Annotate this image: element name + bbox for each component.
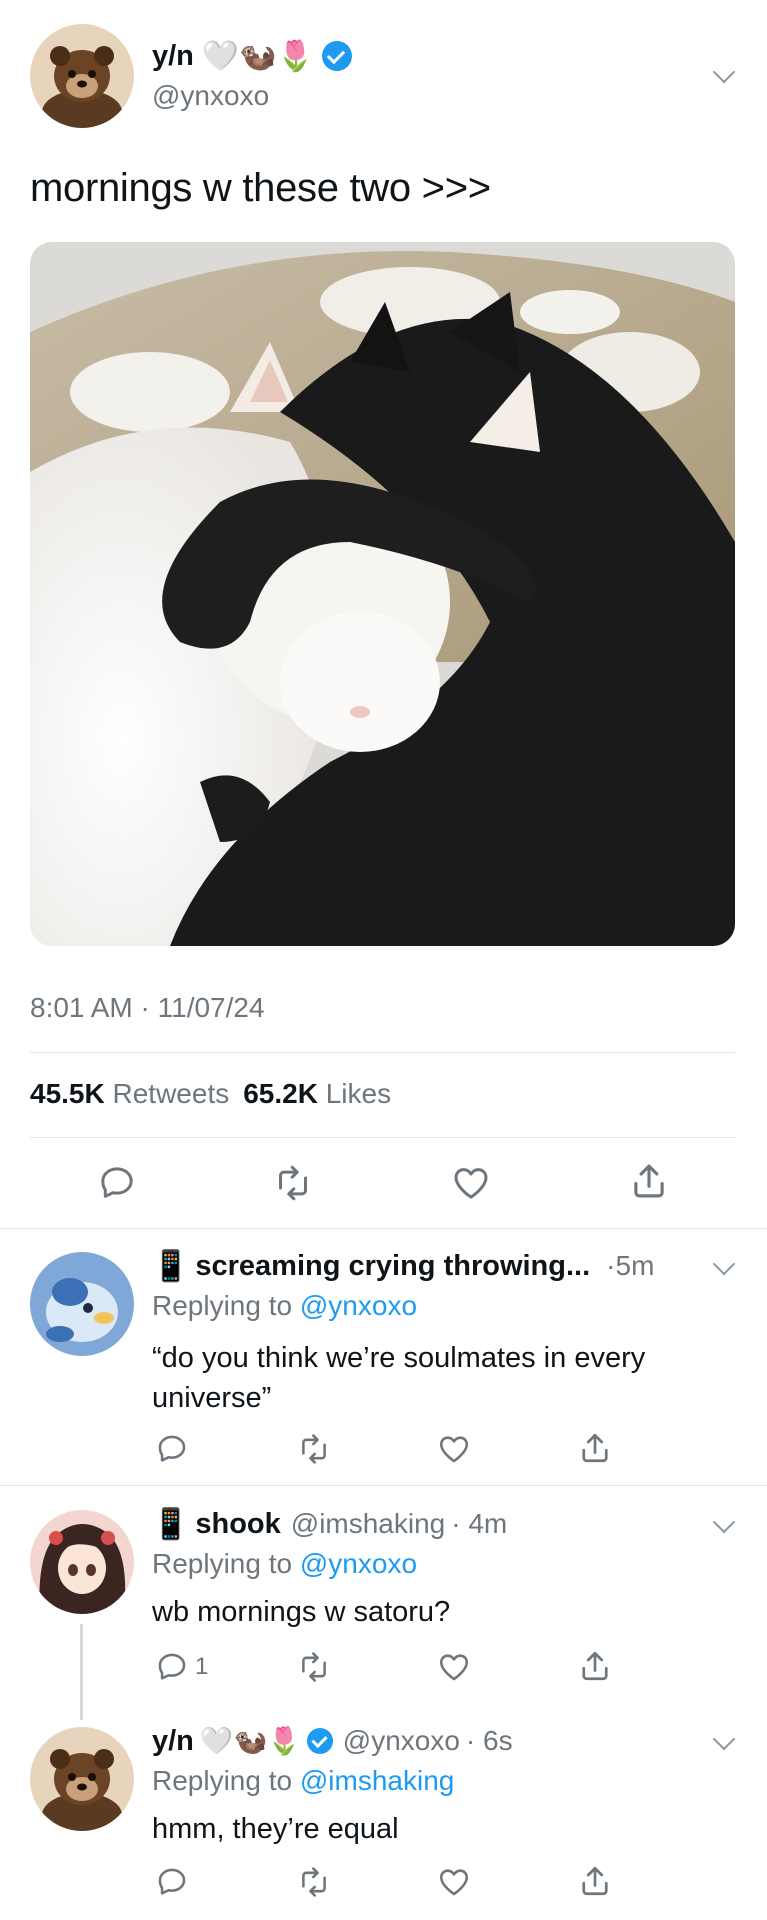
avatar-reply-2[interactable] <box>30 1510 134 1614</box>
divider <box>30 1137 735 1138</box>
retweet-icon[interactable] <box>296 1650 332 1684</box>
likes-count: 65.2K <box>243 1078 318 1109</box>
replying-to-prefix: Replying to <box>152 1765 293 1796</box>
replying-to-prefix: Replying to <box>152 1548 293 1579</box>
reply-icon[interactable] <box>155 1865 189 1899</box>
author-name-row[interactable]: y/n 🤍🦦🌷 <box>152 38 352 74</box>
chevron-down-icon[interactable] <box>712 60 736 84</box>
tweet-stats: 45.5K Retweets 65.2K Likes <box>30 1078 391 1110</box>
reply-2-time: · 4m <box>451 1508 508 1539</box>
chevron-down-icon[interactable] <box>712 1252 736 1276</box>
retweets-label: Retweets <box>112 1078 230 1109</box>
reply-2-replying-to: Replying to @ynxoxo <box>152 1548 417 1580</box>
reply-3-display-name: y/n <box>152 1724 194 1757</box>
replying-to-link[interactable]: @imshaking <box>300 1765 454 1796</box>
author-display-name: y/n <box>152 39 194 72</box>
timestamp-separator: · <box>140 992 158 1023</box>
like-icon[interactable] <box>451 1163 491 1203</box>
retweets-stat[interactable]: 45.5K Retweets <box>30 1078 229 1110</box>
reply-3-text: hmm, they’re equal <box>152 1813 399 1845</box>
tweet-text: mornings w these two >>> <box>30 166 491 210</box>
reply-icon[interactable] <box>155 1432 189 1466</box>
reply-count: 1 <box>195 1653 209 1680</box>
replying-to-link[interactable]: @ynxoxo <box>300 1290 417 1321</box>
reply-3-handle: @ynxoxo <box>342 1725 460 1756</box>
reply-1-text: “do you think we’re soulmates in every u… <box>152 1342 646 1414</box>
replying-to-link[interactable]: @ynxoxo <box>300 1548 417 1579</box>
verified-badge-icon <box>321 41 352 71</box>
avatar-ynxoxo[interactable] <box>30 24 134 128</box>
tweet-date: 11/07/24 <box>157 992 265 1023</box>
share-icon[interactable] <box>577 1863 613 1899</box>
reply-3-replying-to: Replying to @imshaking <box>152 1765 454 1797</box>
reply-1-replying-to: Replying to @ynxoxo <box>152 1290 417 1322</box>
reply-3-header[interactable]: y/n 🤍🦦🌷 @ynxoxo · 6s <box>152 1722 513 1760</box>
reply-2-display-name: shook <box>195 1507 281 1540</box>
verified-badge-icon <box>306 1728 333 1754</box>
like-icon[interactable] <box>437 1650 471 1684</box>
chevron-down-icon[interactable] <box>712 1727 736 1751</box>
likes-stat[interactable]: 65.2K Likes <box>243 1078 391 1110</box>
retweets-count: 45.5K <box>30 1078 105 1109</box>
divider <box>30 1052 735 1053</box>
reply-1-header[interactable]: 📱 screaming crying throwing... ·5m <box>152 1247 654 1285</box>
thread-line <box>80 1624 83 1720</box>
like-icon[interactable] <box>437 1432 471 1466</box>
reply-2-text: wb mornings w satoru? <box>152 1596 451 1628</box>
retweet-icon[interactable] <box>272 1163 314 1203</box>
tweet-photo[interactable] <box>30 242 735 946</box>
divider <box>0 1228 767 1229</box>
avatar-ynxoxo[interactable] <box>30 1727 134 1831</box>
chevron-down-icon[interactable] <box>712 1510 736 1534</box>
retweet-icon[interactable] <box>296 1432 332 1466</box>
share-icon[interactable] <box>577 1648 613 1684</box>
divider <box>0 1485 767 1486</box>
likes-label: Likes <box>325 1078 392 1109</box>
reply-2-header[interactable]: 📱 shook @imshaking · 4m <box>152 1505 507 1543</box>
reply-1-display-name: screaming crying throwing... <box>195 1249 591 1282</box>
author-name-emojis: 🤍🦦🌷 <box>201 38 314 74</box>
replying-to-prefix: Replying to <box>152 1290 293 1321</box>
author-handle[interactable]: @ynxoxo <box>152 80 269 112</box>
reply-icon[interactable]: 1 <box>155 1650 208 1684</box>
reply-2-emoji: 📱 <box>152 1506 190 1542</box>
like-icon[interactable] <box>437 1865 471 1899</box>
reply-3-name-emojis: 🤍🦦🌷 <box>199 1726 301 1757</box>
reply-1-time: ·5m <box>606 1250 655 1281</box>
share-icon[interactable] <box>628 1160 670 1202</box>
reply-2-handle: @imshaking <box>290 1508 446 1539</box>
reply-1-emoji: 📱 <box>152 1248 190 1284</box>
reply-icon[interactable] <box>97 1163 137 1203</box>
tweet-time: 8:01 AM <box>30 992 133 1023</box>
retweet-icon[interactable] <box>296 1865 332 1899</box>
avatar-reply-1[interactable] <box>30 1252 134 1356</box>
share-icon[interactable] <box>577 1430 613 1466</box>
reply-3-time: · 6s <box>465 1725 513 1756</box>
tweet-timestamp[interactable]: 8:01 AM · 11/07/24 <box>30 992 265 1024</box>
